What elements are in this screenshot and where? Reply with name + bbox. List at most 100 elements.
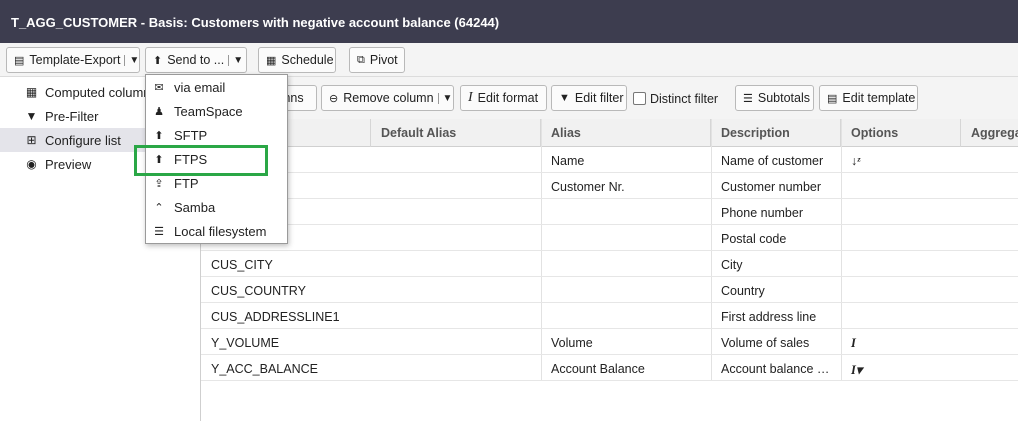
header-cell-alias[interactable]: Alias: [541, 119, 711, 147]
main-toolbar: ▤ Template-Export ▼ ⬆ Send to ... ▼ ▦ Sc…: [0, 43, 1018, 77]
pivot-button[interactable]: ⧉ Pivot: [349, 47, 405, 73]
table-row[interactable]: Y_VOLUME Volume Volume of sales I: [201, 329, 1018, 355]
table-row[interactable]: MERNUMB…Customer Nr.Customer number: [201, 173, 1018, 199]
cell-description: Postal code: [721, 232, 787, 246]
format-icon[interactable]: I: [841, 329, 961, 355]
table-row[interactable]: CUS_CITY City: [201, 251, 1018, 277]
menu-item-label: Samba: [174, 199, 216, 215]
cell-column-name: Y_VOLUME: [211, 336, 280, 350]
subtotals-button[interactable]: ☰ Subtotals: [735, 85, 814, 111]
remove-column-label: Remove column: [343, 91, 434, 105]
cell-column-name: CUS_ADDRESSLINE1: [211, 310, 340, 324]
template-icon: ▤: [827, 92, 838, 105]
users-icon: ♟: [154, 105, 164, 118]
edit-template-label: Edit template: [842, 91, 916, 105]
cell-default-alias: [371, 277, 541, 303]
server-icon: ☰: [154, 225, 164, 238]
ftps-highlight-box: [134, 145, 268, 176]
filter-icon: ▼: [25, 109, 38, 123]
menu-item-sftp[interactable]: ⬆ SFTP: [146, 123, 287, 147]
cell-default-alias: [371, 355, 541, 381]
cell-default-alias: [371, 251, 541, 277]
menu-item-label: TeamSpace: [174, 103, 243, 119]
cell-description: City: [721, 258, 743, 272]
subtotals-label: Subtotals: [757, 91, 810, 105]
cell-description: Name of customer: [721, 154, 824, 168]
table-row[interactable]: CUS_COUNTRY Country: [201, 277, 1018, 303]
menu-item-via-email[interactable]: ✉ via email: [146, 75, 287, 99]
cell-column-name: Y_ACC_BALANCE: [211, 362, 318, 376]
cell-alias: Customer Nr.: [551, 180, 625, 194]
distinct-filter-label: Distinct filter: [650, 92, 719, 106]
menu-item-label: via email: [174, 79, 226, 95]
chevron-down-icon[interactable]: ▼: [437, 92, 452, 104]
cell-column-name: CUS_CITY: [211, 258, 273, 272]
schedule-label: Schedule: [281, 53, 334, 67]
table-row[interactable]: Y_ACC_BALANCE Account Balance Account bala…: [201, 355, 1018, 381]
cell-alias: [541, 303, 711, 329]
cell-description: First address line: [721, 310, 817, 324]
send-to-label: Send to ...: [167, 53, 225, 67]
sidebar-item-label: Configure list: [45, 132, 121, 148]
cell-description: Phone number: [721, 206, 804, 220]
menu-item-label: Local filesystem: [174, 223, 267, 239]
header-cell-options[interactable]: Options: [841, 119, 961, 147]
template-export-button[interactable]: ▤ Template-Export ▼: [6, 47, 140, 73]
upload-icon: ⇪: [154, 177, 164, 190]
table-edit-icon: ⊞: [26, 133, 37, 147]
cell-column-name: CUS_COUNTRY: [211, 284, 306, 298]
grid-header: Default Alias Alias Description Options …: [201, 119, 1018, 147]
header-cell-description[interactable]: Description: [711, 119, 841, 147]
cell-alias: Account Balance: [551, 362, 645, 376]
menu-item-samba[interactable]: ⌃ Samba: [146, 195, 287, 219]
edit-template-button[interactable]: ▤ Edit template: [819, 85, 918, 111]
cell-description: Customer number: [721, 180, 822, 194]
schedule-button[interactable]: ▦ Schedule: [258, 47, 336, 73]
sidebar-item-label: Pre-Filter: [45, 108, 99, 124]
remove-column-button[interactable]: ⊖ Remove column ▼: [321, 85, 454, 111]
calculator-icon: ▦: [25, 85, 38, 99]
cell-description: Volume of sales: [721, 336, 810, 350]
italic-icon: I: [468, 90, 473, 105]
table-row[interactable]: CUS_ADDRESSLINE1 First address line: [201, 303, 1018, 329]
pivot-label: Pivot: [369, 53, 398, 67]
cell-default-alias: [371, 173, 541, 199]
sort-icon[interactable]: ↓ᶻ: [841, 147, 961, 173]
window-title: T_AGG_CUSTOMER - Basis: Customers with n…: [0, 0, 1018, 43]
chevron-down-icon[interactable]: ▼: [124, 54, 139, 66]
edit-format-button[interactable]: I Edit format: [460, 85, 547, 111]
eye-icon: ◉: [26, 157, 37, 171]
cell-default-alias: [371, 199, 541, 225]
menu-item-local-filesystem[interactable]: ☰ Local filesystem: [146, 219, 287, 243]
cell-default-alias: [371, 329, 541, 355]
edit-format-label: Edit format: [477, 91, 539, 105]
cell-alias: [541, 199, 711, 225]
list-icon: ☰: [743, 92, 753, 105]
header-cell-default-alias[interactable]: Default Alias: [371, 119, 541, 147]
cell-alias: Volume: [551, 336, 593, 350]
chevron-down-icon[interactable]: ▼: [228, 54, 243, 66]
sidebar-item-label: Preview: [45, 156, 92, 172]
upload-icon: ⬆: [153, 54, 163, 67]
header-cell-aggregation[interactable]: Aggrega: [961, 119, 1018, 147]
double-chevron-up-icon: ⌃: [154, 201, 164, 214]
table-row[interactable]: LCODEPostal code: [201, 225, 1018, 251]
envelope-icon: ✉: [154, 81, 164, 94]
send-to-button[interactable]: ⬆ Send to ... ▼: [145, 47, 247, 73]
cell-default-alias: [371, 225, 541, 251]
edit-filter-button[interactable]: ▼ Edit filter: [551, 85, 627, 111]
cell-default-alias: [371, 147, 541, 173]
table-row[interactable]: MERNAMENameName of customer↓ᶻ: [201, 147, 1018, 173]
minus-circle-icon: ⊖: [329, 92, 339, 105]
menu-item-label: SFTP: [174, 127, 208, 143]
format-filter-icon[interactable]: I▾: [841, 355, 961, 381]
pivot-icon: ⧉: [357, 53, 365, 66]
cell-alias: [541, 277, 711, 303]
cell-alias: Name: [551, 154, 585, 168]
cell-description: Account balance …: [721, 362, 830, 376]
table-row[interactable]: Phone number: [201, 199, 1018, 225]
menu-item-label: FTP: [174, 175, 199, 191]
distinct-filter-checkbox[interactable]: [633, 92, 646, 105]
menu-item-teamspace[interactable]: ♟ TeamSpace: [146, 99, 287, 123]
template-icon: ▤: [14, 54, 25, 67]
